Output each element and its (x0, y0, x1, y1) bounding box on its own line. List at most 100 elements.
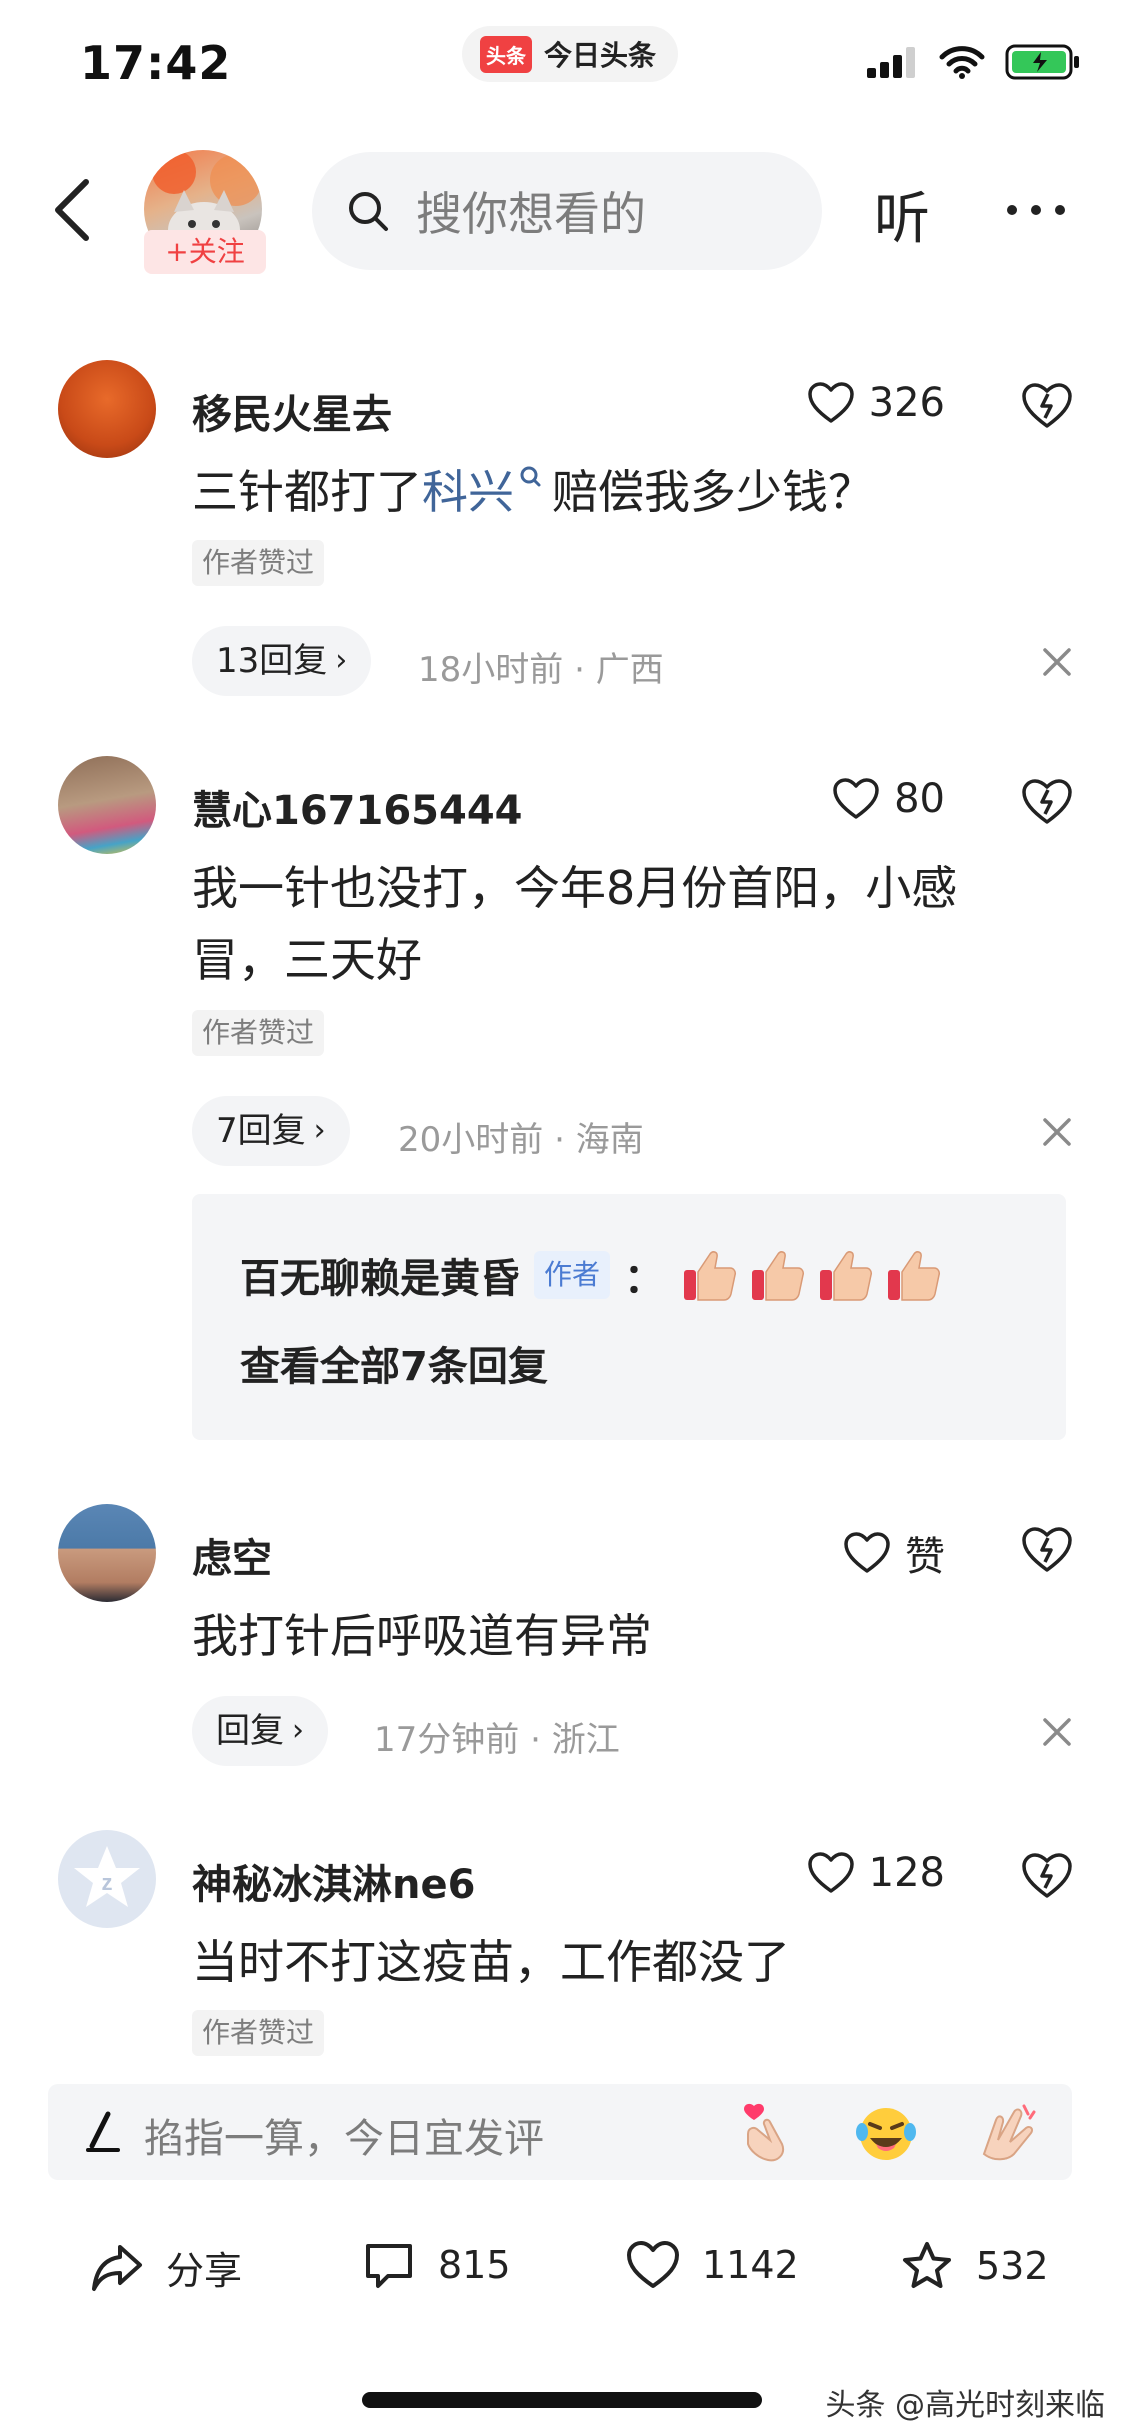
comment-time: 20小时前 (398, 1120, 544, 1160)
comment-meta: 17分钟前 · 浙江 (374, 1712, 620, 1761)
status-time: 17:42 (80, 36, 232, 90)
comments-count: 815 (438, 2243, 511, 2287)
laughing-icon[interactable] (852, 2098, 920, 2166)
reply-preview[interactable]: 百无聊赖是黄昏 作者 ： 查看全部7条回复 (192, 1194, 1066, 1440)
heart-icon (844, 1532, 890, 1573)
chevron-right-icon: › (292, 1713, 304, 1748)
like-article-button[interactable]: 1142 (626, 2240, 799, 2290)
meta-separator: · (519, 1720, 552, 1760)
broken-heart-icon[interactable] (1021, 1852, 1073, 1900)
watermark: 头条 @高光时刻来临 (825, 2388, 1105, 2423)
app-source-pill[interactable]: 头条 今日头条 (462, 26, 679, 82)
star-icon (903, 2242, 951, 2288)
comment-location: 海南 (575, 1120, 644, 1160)
like-button[interactable]: 128 (807, 1850, 945, 1896)
broken-heart-icon[interactable] (1021, 382, 1073, 430)
article-header: +关注 搜你想看的 听 (0, 140, 1125, 280)
share-icon (92, 2244, 142, 2291)
commenter-name[interactable]: 慧心167165444 (192, 778, 523, 836)
heart-icon (807, 1852, 854, 1893)
status-bar: 17:42 头条 今日头条 (0, 0, 1125, 130)
search-icon (346, 189, 390, 233)
close-icon[interactable] (1037, 642, 1077, 682)
comment-text-line: 我一针也没打，今年8月份首阳，小感 (192, 861, 958, 915)
app-logo: 头条 (480, 35, 532, 73)
signal-icon (867, 46, 919, 78)
meta-separator: · (563, 650, 596, 690)
commenter-avatar[interactable] (58, 360, 156, 458)
bottom-action-bar: 分享 815 1142 532 (0, 2220, 1125, 2340)
author-liked-badge: 作者赞过 (192, 2010, 325, 2056)
like-count: 128 (868, 1850, 945, 1896)
comment-meta: 20小时前 · 海南 (398, 1112, 644, 1161)
finger-heart-icon[interactable] (734, 2098, 802, 2166)
clap-icon[interactable] (974, 2098, 1042, 2166)
comment-input[interactable]: 掐指一算，今日宜发评 (48, 2084, 1072, 2180)
thumbs-up-icon (820, 1251, 873, 1301)
meta-separator: · (543, 1120, 576, 1160)
home-indicator[interactable] (362, 2392, 762, 2408)
comment-time: 18小时前 (418, 650, 564, 690)
comments-button[interactable]: 815 (362, 2240, 511, 2290)
reply-colon: ： (624, 1256, 665, 1302)
broken-heart-icon[interactable] (1021, 778, 1073, 826)
replies-label: 7回复 (216, 1111, 306, 1151)
close-icon[interactable] (1037, 1712, 1077, 1752)
like-button[interactable]: 326 (807, 380, 945, 426)
svg-text:z: z (102, 1870, 113, 1895)
replies-label: 13回复 (216, 641, 328, 681)
replies-label: 回复 (216, 1711, 284, 1751)
author-liked-badge: 作者赞过 (192, 540, 325, 586)
commenter-avatar[interactable] (58, 756, 156, 854)
close-icon[interactable] (1037, 1112, 1077, 1152)
status-icons (847, 44, 1081, 80)
comment-text: 当时不打这疫苗，工作都没了 (192, 1935, 790, 1989)
replies-button[interactable]: 13回复 › (192, 626, 372, 696)
comment-text: 我一针也没打，今年8月份首阳，小感 冒，三天好 (192, 852, 1072, 996)
comment-meta: 18小时前 · 广西 (418, 642, 664, 691)
battery-icon (1005, 44, 1081, 80)
listen-button[interactable]: 听 (874, 174, 930, 255)
share-label: 分享 (166, 2249, 243, 2293)
back-arrow-icon[interactable] (50, 178, 98, 242)
search-input[interactable]: 搜你想看的 (312, 152, 822, 270)
like-count: 326 (868, 380, 945, 426)
comment-icon (366, 2244, 412, 2288)
commenter-avatar[interactable]: z (58, 1830, 156, 1928)
comment-location: 广西 (595, 650, 664, 690)
author-tag: 作者 (534, 1251, 611, 1299)
comment-text: 我打针后呼吸道有异常 (192, 1609, 652, 1663)
comment-location: 浙江 (551, 1720, 620, 1760)
favorite-button[interactable]: 532 (900, 2240, 1049, 2292)
likes-count: 1142 (702, 2243, 799, 2287)
comment-text-part: 三针都打了 (192, 465, 422, 519)
author-avatar[interactable]: +关注 (144, 150, 266, 274)
author-liked-badge: 作者赞过 (192, 1010, 325, 1056)
reply-author-name[interactable]: 百无聊赖是黄昏 (240, 1246, 520, 1304)
commenter-name[interactable]: 移民火星去 (192, 382, 392, 440)
comment-text-line: 冒，三天好 (192, 933, 422, 987)
pen-icon (78, 2108, 126, 2156)
replies-button[interactable]: 回复 › (192, 1696, 328, 1766)
like-button[interactable]: 80 (832, 776, 945, 822)
chevron-right-icon: › (335, 643, 348, 678)
heart-icon (627, 2241, 679, 2288)
like-count: 80 (894, 776, 945, 822)
view-all-replies[interactable]: 查看全部7条回复 (240, 1334, 548, 1392)
wifi-icon (939, 45, 985, 79)
broken-heart-icon[interactable] (1021, 1526, 1073, 1574)
share-button[interactable]: 分享 (90, 2240, 242, 2295)
thumbs-up-icon (684, 1251, 737, 1301)
follow-button[interactable]: +关注 (144, 230, 266, 274)
favorites-count: 532 (976, 2244, 1049, 2288)
commenter-name[interactable]: 神秘冰淇淋ne6 (192, 1852, 475, 1910)
thumbs-up-icon (888, 1251, 941, 1301)
thumbs-up-icon (752, 1251, 805, 1301)
commenter-avatar[interactable] (58, 1504, 156, 1602)
commenter-name[interactable]: 虑空 (192, 1526, 272, 1584)
app-name: 今日头条 (544, 39, 657, 72)
keyword-link[interactable]: 科兴 (422, 465, 514, 519)
more-icon[interactable] (1004, 190, 1068, 230)
replies-button[interactable]: 7回复 › (192, 1096, 350, 1166)
like-button[interactable]: 赞 (843, 1524, 945, 1582)
